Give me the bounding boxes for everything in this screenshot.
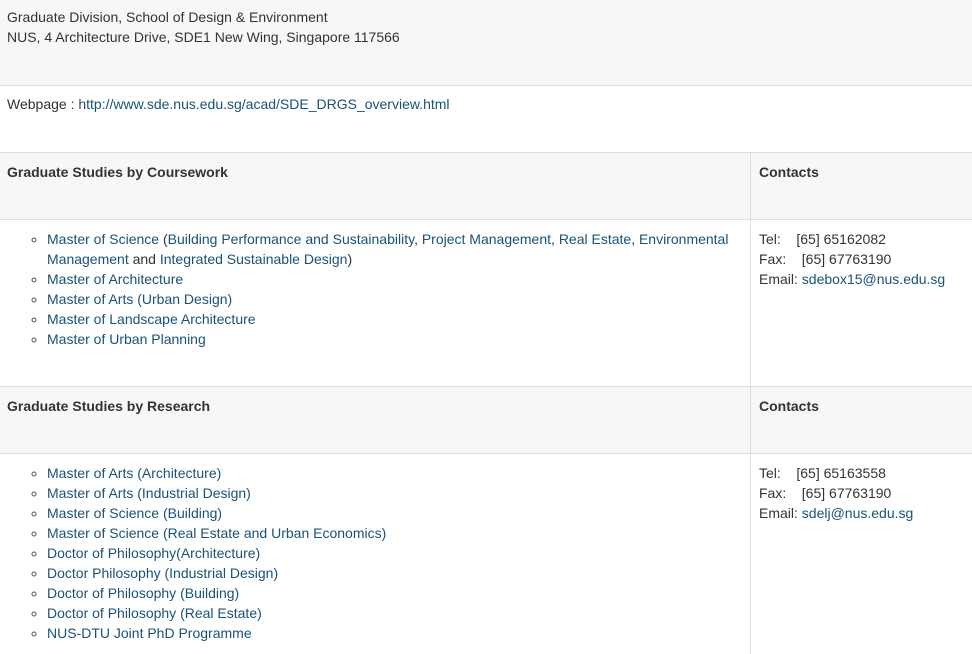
list-item: Doctor of Philosophy (Building) [47, 583, 750, 603]
email-link[interactable]: sdelj@nus.edu.sg [802, 505, 914, 521]
fax-value: [65] 67763190 [801, 485, 892, 501]
email-label: Email: [759, 505, 798, 521]
list-item: Master of Science (Real Estate and Urban… [47, 523, 750, 543]
tel-value: [65] 65163558 [796, 465, 886, 481]
list-item: Master of Architecture [47, 269, 750, 289]
msc-link[interactable]: Master of Science [47, 231, 159, 247]
programme-link[interactable]: Doctor Philosophy (Industrial Design) [47, 565, 278, 581]
ma-ud-link[interactable]: Master of Arts (Urban Design) [47, 291, 232, 307]
programme-link[interactable]: Master of Science (Building) [47, 505, 222, 521]
fax-label: Fax: [759, 251, 787, 267]
fax-value: [65] 67763190 [801, 251, 892, 267]
coursework-header-row: Graduate Studies by Coursework Contacts [0, 153, 972, 220]
webpage-row: Webpage : http://www.sde.nus.edu.sg/acad… [0, 86, 972, 153]
research-header-row: Graduate Studies by Research Contacts [0, 387, 972, 454]
address-line-2: NUS, 4 Architecture Drive, SDE1 New Wing… [7, 29, 400, 45]
research-contacts-title: Contacts [759, 398, 819, 414]
msc-isd-link[interactable]: Integrated Sustainable Design [160, 251, 348, 267]
email-label: Email: [759, 271, 798, 287]
email-link[interactable]: sdebox15@nus.edu.sg [802, 271, 945, 287]
research-contacts: Tel: [65] 65163558 Fax: [65] 67763190 Em… [751, 454, 972, 654]
tel-label: Tel: [759, 465, 781, 481]
list-item: Master of Arts (Architecture) [47, 463, 750, 483]
msc-re-link[interactable]: Real Estate [559, 231, 631, 247]
mup-link[interactable]: Master of Urban Planning [47, 331, 206, 347]
webpage-label: Webpage : [7, 96, 79, 112]
tel-line: Tel: [65] 65163558 [759, 463, 965, 483]
tel-value: [65] 65162082 [796, 231, 886, 247]
programme-link[interactable]: Doctor of Philosophy (Building) [47, 585, 239, 601]
coursework-contacts: Tel: [65] 65162082 Fax: [65] 67763190 Em… [751, 220, 972, 386]
list-item: NUS-DTU Joint PhD Programme [47, 623, 750, 643]
tel-label: Tel: [759, 231, 781, 247]
coursework-programmes: Master of Science (Building Performance … [0, 220, 751, 386]
coursework-body-row: Master of Science (Building Performance … [0, 220, 972, 387]
programme-link[interactable]: Master of Arts (Architecture) [47, 465, 221, 481]
list-item: Master of Science (Building) [47, 503, 750, 523]
research-programmes: Master of Arts (Architecture) Master of … [0, 454, 751, 654]
programme-link[interactable]: NUS-DTU Joint PhD Programme [47, 625, 252, 641]
email-line: Email: sdelj@nus.edu.sg [759, 503, 965, 523]
email-line: Email: sdebox15@nus.edu.sg [759, 269, 965, 289]
msc-sep-2: , [551, 231, 559, 247]
fax-label: Fax: [759, 485, 787, 501]
list-item: Master of Science (Building Performance … [47, 229, 750, 269]
msc-paren-open: ( [159, 231, 168, 247]
list-item: Master of Landscape Architecture [47, 309, 750, 329]
msc-pm-link[interactable]: Project Management [422, 231, 551, 247]
programme-link[interactable]: Doctor of Philosophy(Architecture) [47, 545, 260, 561]
programme-link[interactable]: Master of Arts (Industrial Design) [47, 485, 251, 501]
march-link[interactable]: Master of Architecture [47, 271, 183, 287]
msc-and: and [128, 251, 160, 267]
research-title: Graduate Studies by Research [0, 387, 751, 453]
msc-bps-link[interactable]: Building Performance and Sustainability [168, 231, 414, 247]
research-body-row: Master of Arts (Architecture) Master of … [0, 454, 972, 654]
mla-link[interactable]: Master of Landscape Architecture [47, 311, 256, 327]
coursework-list: Master of Science (Building Performance … [0, 220, 750, 349]
webpage-link[interactable]: http://www.sde.nus.edu.sg/acad/SDE_DRGS_… [78, 96, 449, 112]
address-block: Graduate Division, School of Design & En… [0, 0, 972, 86]
programme-link[interactable]: Master of Science (Real Estate and Urban… [47, 525, 386, 541]
page: Graduate Division, School of Design & En… [0, 0, 972, 654]
programme-link[interactable]: Doctor of Philosophy (Real Estate) [47, 605, 262, 621]
tel-line: Tel: [65] 65162082 [759, 229, 965, 249]
list-item: Master of Arts (Industrial Design) [47, 483, 750, 503]
msc-paren-close: ) [347, 251, 353, 267]
coursework-contacts-title: Contacts [759, 164, 819, 180]
address-line-1: Graduate Division, School of Design & En… [7, 9, 328, 25]
list-item: Master of Urban Planning [47, 329, 750, 349]
fax-line: Fax: [65] 67763190 [759, 249, 965, 269]
list-item: Doctor Philosophy (Industrial Design) [47, 563, 750, 583]
research-list: Master of Arts (Architecture) Master of … [0, 454, 750, 643]
list-item: Master of Arts (Urban Design) [47, 289, 750, 309]
coursework-title: Graduate Studies by Coursework [0, 153, 751, 219]
msc-sep-3: , [631, 231, 639, 247]
msc-sep-1: , [414, 231, 422, 247]
fax-line: Fax: [65] 67763190 [759, 483, 965, 503]
list-item: Doctor of Philosophy (Real Estate) [47, 603, 750, 623]
list-item: Doctor of Philosophy(Architecture) [47, 543, 750, 563]
